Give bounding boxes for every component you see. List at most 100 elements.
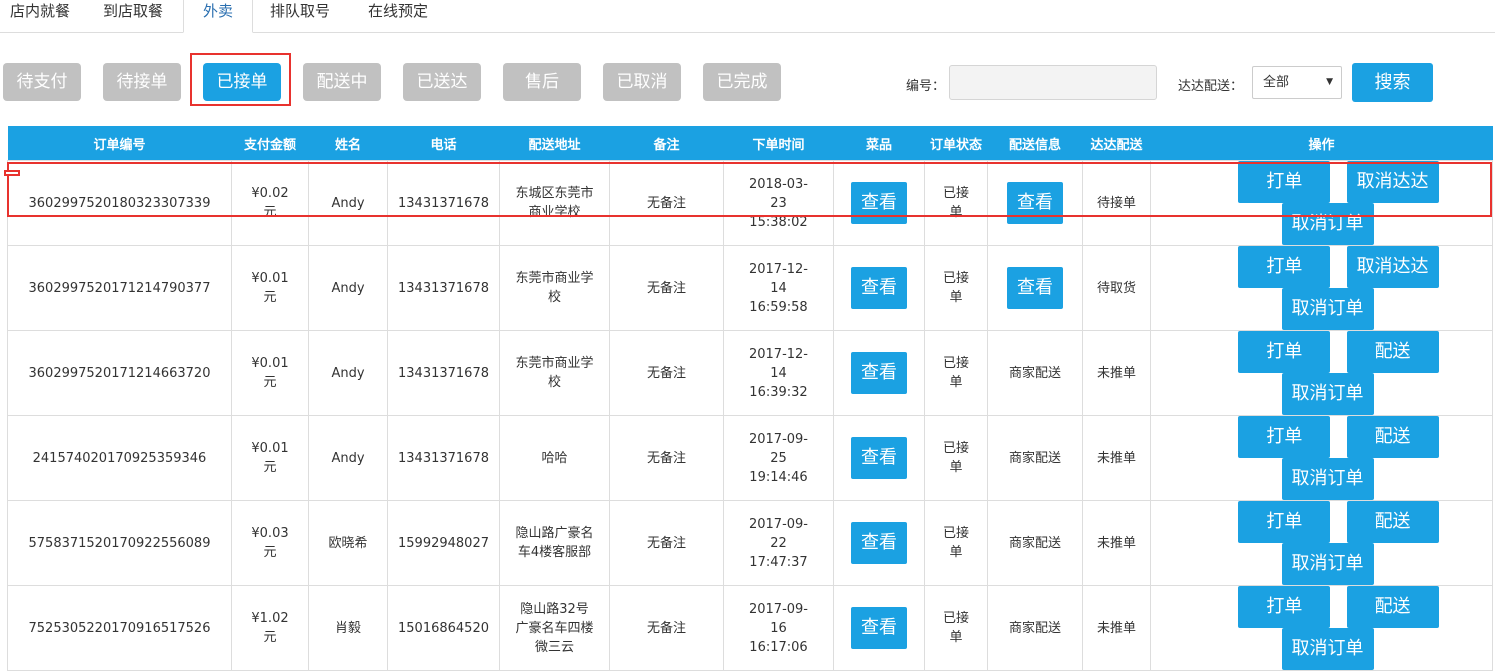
view-dishes-button[interactable]: 查看	[851, 437, 907, 479]
row-highlight-box	[7, 162, 1492, 217]
cancel-order-button[interactable]: 取消订单	[1281, 458, 1374, 500]
remark-text: 无备注	[646, 365, 686, 381]
cancel-order-button[interactable]: 取消订单	[1281, 373, 1374, 415]
remark-cell: 无备注	[609, 500, 724, 586]
tab-dine-in[interactable]: 店内就餐	[0, 0, 80, 32]
view-dishes-button[interactable]: 查看	[851, 522, 907, 564]
address-line: 车4楼客服部	[517, 545, 592, 560]
address-line: 校	[547, 290, 561, 305]
delivery-info-cell: 商家配送	[987, 585, 1083, 671]
tab-takeout[interactable]: 外卖	[183, 0, 253, 33]
view-dishes-button[interactable]: 查看	[851, 267, 907, 309]
phone-cell: 13431371678	[387, 330, 500, 416]
dish-cell: 查看	[833, 330, 925, 416]
filter-delivered[interactable]: 已送达	[403, 63, 481, 101]
filter-after-sale[interactable]: 售后	[503, 63, 581, 101]
address-cell: 东莞市商业学校	[499, 330, 610, 416]
remark-text: 无备注	[646, 535, 686, 551]
table-row: 752530522017091651752​6 ¥1.02 元 肖毅 15016…	[7, 585, 1493, 671]
cancel-order-button[interactable]: 取消订单	[1281, 288, 1374, 330]
cancel-order-button[interactable]: 取消订单	[1281, 543, 1374, 585]
dish-cell: 查看	[833, 585, 925, 671]
col-header: 订单状态	[924, 126, 988, 161]
customer-name: Andy	[331, 280, 365, 296]
view-dishes-button[interactable]: 查看	[851, 607, 907, 649]
print-order-button[interactable]: 打单	[1238, 246, 1331, 288]
secondary-action-button[interactable]: 配送	[1346, 586, 1439, 628]
time-line: 2017-12-	[748, 261, 808, 277]
dada-status-cell: 待取货	[1082, 245, 1151, 331]
filter-cancelled[interactable]: 已取消	[603, 63, 681, 101]
filter-completed[interactable]: 已完成	[703, 63, 781, 101]
dada-status: 未推单	[1096, 365, 1136, 381]
remark-cell: 无备注	[609, 330, 724, 416]
time-cell: 2017-09- 16 16:17:06	[723, 585, 834, 671]
search-button[interactable]: 搜索	[1352, 63, 1433, 102]
order-no-input[interactable]	[949, 65, 1157, 100]
dish-cell: 查看	[833, 245, 925, 331]
address-line: 微三云	[534, 639, 574, 655]
view-delivery-button[interactable]: 查看	[1007, 267, 1063, 309]
dada-delivery-label: 达达配送：	[1178, 79, 1244, 94]
secondary-action-button[interactable]: 配送	[1346, 501, 1439, 543]
time-line: 2017-12-	[748, 346, 808, 362]
amount-unit: 元	[263, 545, 277, 560]
print-order-button[interactable]: 打单	[1238, 331, 1331, 373]
phone-number: 13431371678	[398, 280, 489, 296]
order-no: 360299752017121466372​0	[28, 365, 211, 381]
amount-value: ¥0.03	[251, 526, 289, 541]
secondary-action-button[interactable]: 取消达达	[1346, 246, 1439, 288]
dada-delivery-select[interactable]: 全部 ▼	[1252, 66, 1342, 99]
time-line: 16:39:32	[749, 384, 808, 400]
print-order-button[interactable]: 打单	[1238, 501, 1331, 543]
status-cell: 已接 单	[924, 245, 988, 331]
print-order-button[interactable]: 打单	[1238, 586, 1331, 628]
dada-status-cell: 未推单	[1082, 585, 1151, 671]
address-line: 哈哈	[541, 450, 568, 466]
tab-reservation[interactable]: 在线预定	[358, 0, 438, 32]
print-order-button[interactable]: 打单	[1238, 416, 1331, 458]
amount-value: ¥0.01	[251, 356, 289, 371]
tab-queue[interactable]: 排队取号	[262, 0, 338, 32]
dada-delivery-selected: 全部	[1263, 75, 1290, 90]
time-line: 17:47:37	[749, 554, 808, 570]
col-header: 达达配送	[1082, 126, 1151, 161]
time-cell: 2017-09- 22 17:47:37	[723, 500, 834, 586]
amount-unit: 元	[263, 630, 277, 645]
top-tab-bar: 店内就餐 到店取餐 外卖 排队取号 在线预定	[0, 0, 1495, 33]
tab-pickup[interactable]: 到店取餐	[92, 0, 174, 32]
amount-cell: ¥1.02 元	[231, 585, 309, 671]
col-header: 姓名	[308, 126, 388, 161]
dada-status-cell: 未推单	[1082, 415, 1151, 501]
phone-cell: 15992948027	[387, 500, 500, 586]
view-dishes-button[interactable]: 查看	[851, 352, 907, 394]
order-no: 752530522017091651752​6	[28, 620, 211, 636]
filter-pending-accept[interactable]: 待接单	[103, 63, 181, 101]
status-line: 单	[949, 290, 963, 305]
delivery-info-text: 商家配送	[1008, 535, 1061, 551]
dada-status: 未推单	[1096, 535, 1136, 551]
remark-text: 无备注	[646, 450, 686, 466]
address-cell: 隐山路广豪名 车4楼客服部	[499, 500, 610, 586]
order-no-label: 编号：	[906, 79, 946, 94]
time-line: 2017-09-	[748, 601, 808, 617]
dish-cell: 查看	[833, 415, 925, 501]
delivery-info-text: 商家配送	[1008, 365, 1061, 381]
filter-pending-payment[interactable]: 待支付	[3, 63, 81, 101]
secondary-action-button[interactable]: 配送	[1346, 416, 1439, 458]
caret-down-icon: ▼	[1326, 77, 1333, 87]
order-no: 575837152017092255608​9	[28, 535, 211, 551]
status-cell: 已接 单	[924, 500, 988, 586]
secondary-action-button[interactable]: 配送	[1346, 331, 1439, 373]
cancel-order-button[interactable]: 取消订单	[1281, 628, 1374, 670]
col-header: 菜品	[833, 126, 925, 161]
remark-cell: 无备注	[609, 585, 724, 671]
name-cell: Andy	[308, 330, 388, 416]
name-cell: Andy	[308, 245, 388, 331]
phone-number: 13431371678	[398, 365, 489, 381]
filter-delivering[interactable]: 配送中	[303, 63, 381, 101]
table-row: 360299752017121466372​0 ¥0.01 元 Andy 134…	[7, 330, 1493, 416]
col-header: 电话	[387, 126, 500, 161]
col-header: 支付金额	[231, 126, 309, 161]
status-line: 已接	[942, 611, 969, 626]
